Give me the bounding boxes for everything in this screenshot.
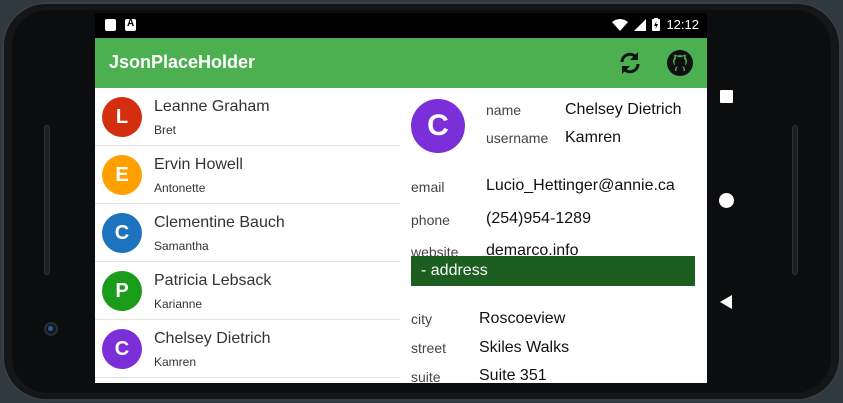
user-name: Leanne Graham [154, 98, 270, 115]
detail-avatar: C [411, 99, 465, 153]
back-button[interactable] [720, 295, 732, 309]
user-detail-panel: C name Chelsey Dietrich username Kamren … [400, 88, 707, 383]
user-name: Chelsey Dietrich [154, 330, 271, 347]
battery-icon [652, 18, 661, 31]
avatar: C [102, 213, 142, 253]
avatar: P [102, 271, 142, 311]
user-name: Clementine Bauch [154, 214, 285, 231]
github-icon [667, 50, 693, 76]
refresh-button[interactable] [615, 48, 645, 78]
user-list-item[interactable]: C Clementine Bauch Samantha [95, 204, 400, 262]
avatar: E [102, 155, 142, 195]
name-value: Chelsey Dietrich [565, 101, 682, 118]
front-camera [44, 322, 58, 336]
user-username: Antonette [154, 181, 206, 195]
name-label: name [486, 102, 522, 118]
user-list-item[interactable]: L Leanne Graham Bret [95, 88, 400, 146]
user-name: Ervin Howell [154, 156, 243, 173]
left-speaker-slot [44, 125, 50, 275]
user-list-item[interactable]: E Ervin Howell Antonette [95, 146, 400, 204]
user-username: Bret [154, 123, 177, 137]
status-time: 12:12 [666, 17, 699, 32]
home-button[interactable] [719, 193, 734, 208]
right-speaker-slot [792, 125, 798, 275]
address-section-header[interactable]: - address [411, 256, 695, 286]
username-label: username [486, 130, 549, 146]
phone-label: phone [411, 212, 450, 228]
user-username: Kamren [154, 355, 197, 369]
status-bar: 12:12 [95, 13, 707, 38]
user-list: L Leanne Graham Bret E Ervin Howell Anto… [95, 88, 400, 383]
user-name: Patricia Lebsack [154, 272, 272, 289]
suite-label: suite [411, 369, 441, 383]
avatar: L [102, 97, 142, 137]
user-username: Karianne [154, 297, 203, 311]
street-value: Skiles Walks [479, 339, 570, 356]
user-username: Samantha [154, 239, 209, 253]
recents-button[interactable] [720, 90, 733, 103]
email-value: Lucio_Hettinger@annie.ca [486, 177, 675, 194]
android-nav-bar [718, 88, 738, 318]
phone-value: (254)954-1289 [486, 210, 591, 227]
wifi-icon [612, 18, 629, 31]
username-value: Kamren [565, 129, 622, 146]
app-title: JsonPlaceHolder [109, 52, 256, 72]
user-list-item[interactable]: P Patricia Lebsack Karianne [95, 262, 400, 320]
notification-a-icon [125, 18, 136, 31]
suite-value: Suite 351 [479, 367, 547, 383]
email-label: email [411, 179, 445, 195]
sd-card-icon [105, 19, 116, 31]
signal-icon [634, 18, 647, 31]
app-bar: JsonPlaceHolder [95, 38, 707, 88]
city-label: city [411, 311, 432, 327]
github-button[interactable] [665, 48, 695, 78]
avatar: C [102, 329, 142, 369]
street-label: street [411, 340, 447, 356]
user-list-item[interactable]: C Chelsey Dietrich Kamren [95, 320, 400, 378]
app-screen: 12:12 JsonPlaceHolder [95, 13, 707, 383]
refresh-icon [620, 52, 640, 74]
city-value: Roscoeview [479, 310, 566, 327]
